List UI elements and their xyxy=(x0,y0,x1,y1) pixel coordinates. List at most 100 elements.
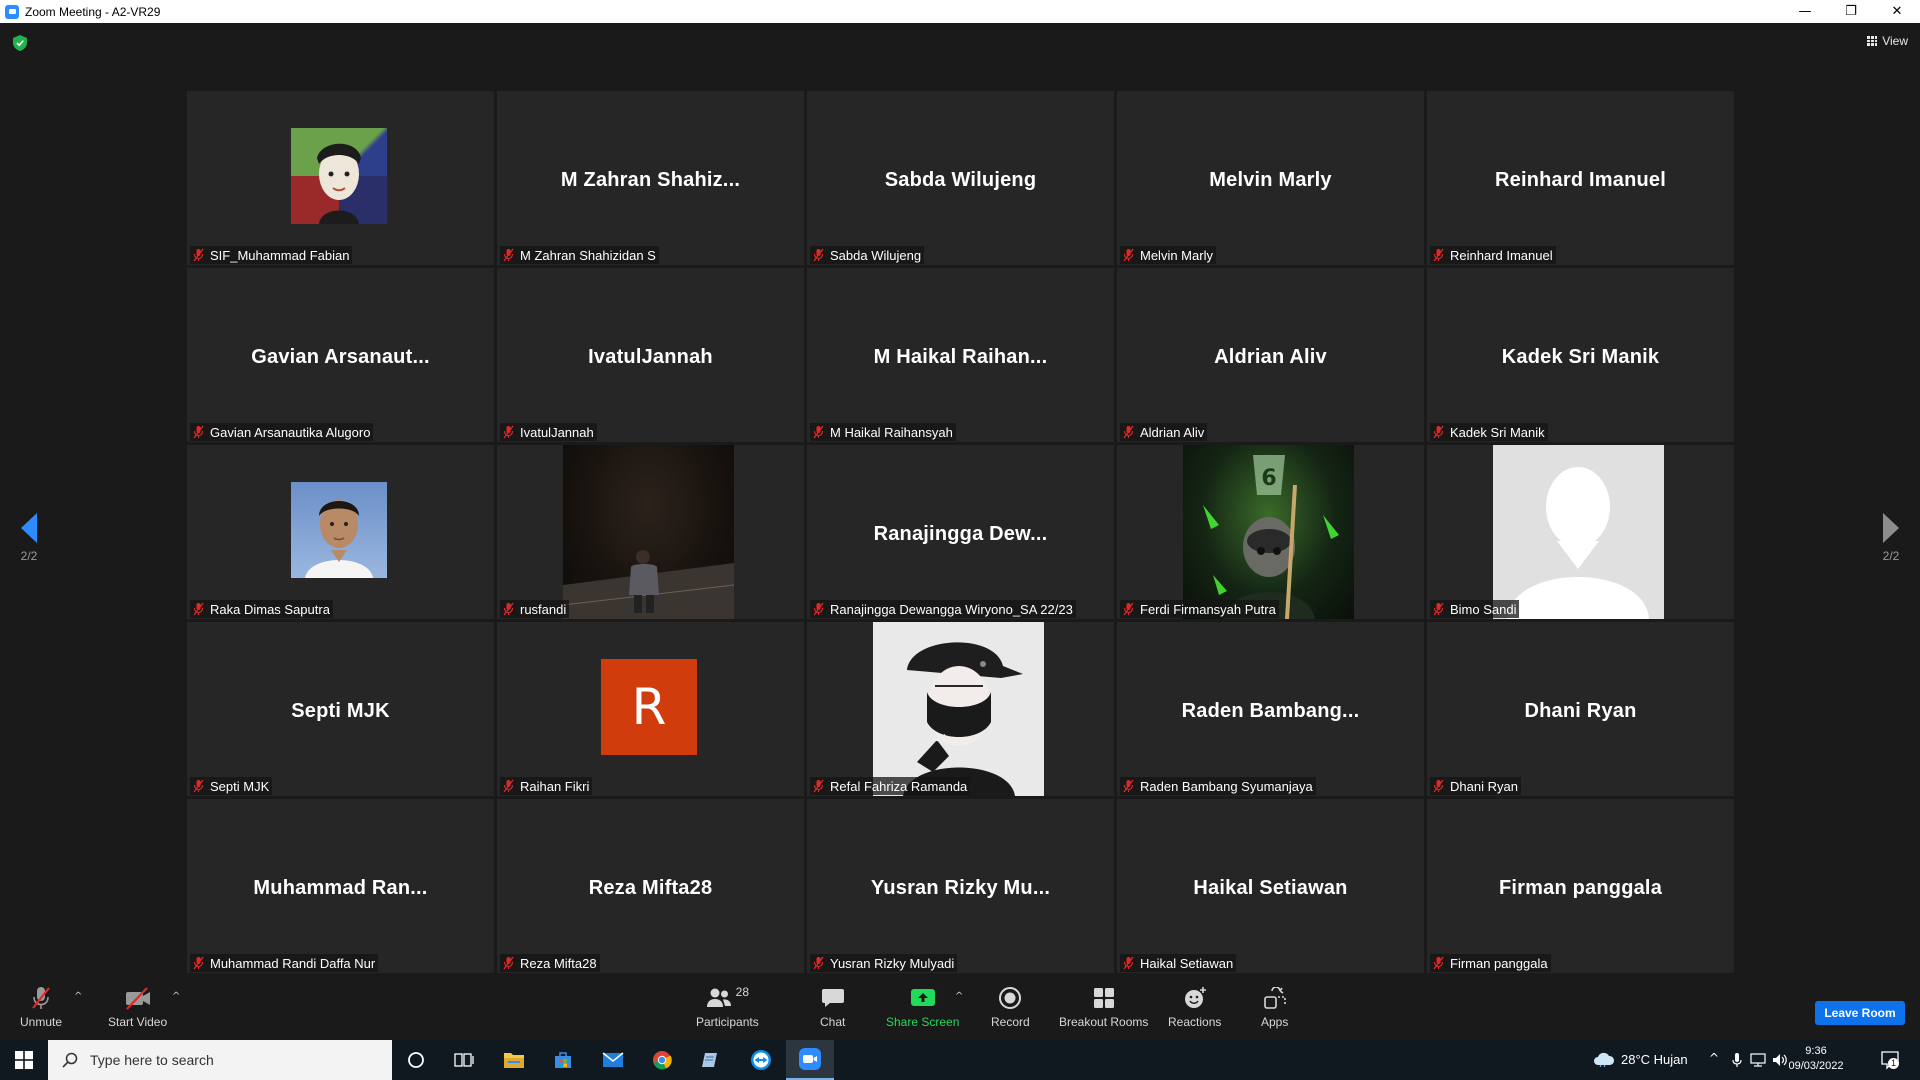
participant-tile[interactable]: Melvin Marly Melvin Marly xyxy=(1117,91,1424,265)
restore-button[interactable]: ❐ xyxy=(1828,0,1874,23)
participant-tile[interactable]: M Haikal Raihan... M Haikal Raihansyah xyxy=(807,268,1114,442)
profile-picture xyxy=(873,622,1044,796)
participant-tile[interactable]: 6 Ferdi Firmansyah Putra xyxy=(1117,445,1424,619)
mic-muted-icon xyxy=(1433,248,1444,262)
participant-tile[interactable]: Dhani Ryan Dhani Ryan xyxy=(1427,622,1734,796)
view-button[interactable]: View xyxy=(1867,34,1908,48)
notification-badge: 1 xyxy=(1888,1058,1899,1069)
reactions-button[interactable]: Reactions xyxy=(1168,985,1221,1029)
participant-name-label: Kadek Sri Manik xyxy=(1430,423,1548,441)
microphone-tray-icon[interactable] xyxy=(1732,1052,1742,1068)
breakout-rooms-button[interactable]: Breakout Rooms xyxy=(1059,985,1148,1029)
page-indicator-right: 2/2 xyxy=(1882,549,1900,563)
participants-button[interactable]: 28 Participants xyxy=(696,985,759,1029)
participant-tile[interactable]: Ranajingga Dew... Ranajingga Dewangga Wir… xyxy=(807,445,1114,619)
mic-muted-icon xyxy=(813,425,824,439)
profile-picture xyxy=(291,128,387,224)
participant-name-label: Raka Dimas Saputra xyxy=(190,600,333,618)
show-hidden-icons-icon[interactable]: ^ xyxy=(1709,1051,1719,1065)
participant-tile[interactable]: rusfandi xyxy=(497,445,804,619)
participant-name: M Zahran Shahizidan S xyxy=(520,247,656,263)
participant-tile[interactable]: IvatulJannah IvatulJannah xyxy=(497,268,804,442)
taskbar-clock[interactable]: 9:36 09/03/2022 xyxy=(1786,1044,1846,1074)
participant-tile[interactable]: SIF_Muhammad Fabian xyxy=(187,91,494,265)
participant-name-label: Aldrian Aliv xyxy=(1120,423,1208,441)
taskbar-search-input[interactable]: Type here to search xyxy=(48,1040,392,1080)
participant-name: Ferdi Firmansyah Putra xyxy=(1140,601,1276,617)
participant-tile[interactable]: Refal Fahriza Ramanda xyxy=(807,622,1114,796)
mic-muted-icon xyxy=(503,425,514,439)
chat-button[interactable]: Chat xyxy=(820,985,845,1029)
meeting-area: View 2/2 2/2 SIF_Muhammad Fabian M Zahran… xyxy=(0,23,1920,977)
participant-tile[interactable]: Aldrian Aliv Aldrian Aliv xyxy=(1117,268,1424,442)
start-video-button[interactable]: Start Video xyxy=(108,985,167,1029)
cortana-icon xyxy=(408,1052,424,1068)
participant-tile[interactable]: Kadek Sri Manik Kadek Sri Manik xyxy=(1427,268,1734,442)
zoom-taskbar-button[interactable] xyxy=(786,1040,834,1080)
grid-view-icon xyxy=(1867,36,1878,46)
notifications-button[interactable]: 1 xyxy=(1880,1050,1900,1070)
participant-tile[interactable]: Muhammad Ran... Muhammad Randi Daffa Nur xyxy=(187,799,494,973)
windows-taskbar: Type here to search 28°C Hujan ^ 9:36 09… xyxy=(0,1040,1920,1080)
participant-tile[interactable]: Sabda Wilujeng Sabda Wilujeng xyxy=(807,91,1114,265)
minimize-button[interactable]: — xyxy=(1782,0,1828,23)
participant-name: Raden Bambang Syumanjaya xyxy=(1140,778,1313,794)
participant-name-label: Gavian Arsanautika Alugoro xyxy=(190,423,374,441)
participant-name-label: Refal Fahriza Ramanda xyxy=(810,777,971,795)
record-icon xyxy=(999,987,1022,1009)
participant-tile[interactable]: Septi MJK Septi MJK xyxy=(187,622,494,796)
apps-label: Apps xyxy=(1261,1015,1289,1029)
encryption-shield-icon[interactable] xyxy=(13,35,27,51)
next-page-button[interactable]: 2/2 xyxy=(1871,513,1911,563)
mic-muted-icon xyxy=(1433,425,1444,439)
close-button[interactable]: ✕ xyxy=(1874,0,1920,23)
participant-name-label: Dhani Ryan xyxy=(1430,777,1521,795)
profile-picture xyxy=(562,445,735,619)
notepad-taskbar-button[interactable] xyxy=(687,1040,735,1080)
apps-button[interactable]: Apps xyxy=(1261,985,1288,1029)
participant-tile[interactable]: Reinhard Imanuel Reinhard Imanuel xyxy=(1427,91,1734,265)
participant-tile[interactable]: M Zahran Shahiz... M Zahran Shahizidan S xyxy=(497,91,804,265)
file-explorer-taskbar-button[interactable] xyxy=(490,1040,538,1080)
participant-name: Yusran Rizky Mulyadi xyxy=(830,955,955,971)
participant-tile[interactable]: Reza Mifta28 Reza Mifta28 xyxy=(497,799,804,973)
teamviewer-icon xyxy=(751,1050,771,1070)
mail-taskbar-button[interactable] xyxy=(589,1040,637,1080)
start-button[interactable] xyxy=(0,1040,48,1080)
participant-tile[interactable]: Gavian Arsanaut... Gavian Arsanautika Alu… xyxy=(187,268,494,442)
task-view-button[interactable] xyxy=(440,1040,488,1080)
participant-tile[interactable]: Raka Dimas Saputra xyxy=(187,445,494,619)
participant-tile[interactable]: Firman panggala Firman panggala xyxy=(1427,799,1734,973)
participant-tile[interactable]: Raden Bambang... Raden Bambang Syumanjaya xyxy=(1117,622,1424,796)
mail-icon xyxy=(602,1052,624,1067)
cortana-button[interactable] xyxy=(392,1040,440,1080)
participant-tile[interactable]: Yusran Rizky Mu... Yusran Rizky Mulyadi xyxy=(807,799,1114,973)
store-taskbar-button[interactable] xyxy=(539,1040,587,1080)
unmute-button[interactable]: Unmute xyxy=(20,985,62,1029)
participant-name: Raka Dimas Saputra xyxy=(210,601,330,617)
participant-tile[interactable]: R Raihan Fikri xyxy=(497,622,804,796)
clock-date: 09/03/2022 xyxy=(1788,1060,1844,1072)
chrome-taskbar-button[interactable] xyxy=(638,1040,686,1080)
mic-muted-icon xyxy=(1123,602,1134,616)
weather-widget[interactable]: 28°C Hujan xyxy=(1593,1051,1688,1067)
participant-tile[interactable]: Haikal Setiawan Haikal Setiawan xyxy=(1117,799,1424,973)
participant-tile[interactable]: Bimo Sandi xyxy=(1427,445,1734,619)
participant-name-label: rusfandi xyxy=(500,600,570,618)
video-options-caret-icon[interactable]: ^ xyxy=(172,991,180,1002)
record-button[interactable]: Record xyxy=(991,985,1030,1029)
participant-name-label: Ferdi Firmansyah Putra xyxy=(1120,600,1279,618)
participant-name: Muhammad Randi Daffa Nur xyxy=(210,955,376,971)
previous-page-button[interactable]: 2/2 xyxy=(9,513,49,563)
audio-options-caret-icon[interactable]: ^ xyxy=(74,991,82,1002)
network-icon[interactable] xyxy=(1750,1053,1766,1067)
teamviewer-taskbar-button[interactable] xyxy=(737,1040,785,1080)
leave-room-button[interactable]: Leave Room xyxy=(1815,1001,1905,1025)
participant-name: Gavian Arsanautika Alugoro xyxy=(210,424,371,440)
share-options-caret-icon[interactable]: ^ xyxy=(955,991,963,1002)
mic-muted-icon xyxy=(193,779,204,793)
participant-display-name: Firman panggala xyxy=(1498,877,1663,899)
share-screen-button[interactable]: Share Screen xyxy=(886,985,959,1029)
participant-display-name: Septi MJK xyxy=(291,700,390,722)
participant-name-label: Bimo Sandi xyxy=(1430,600,1520,618)
